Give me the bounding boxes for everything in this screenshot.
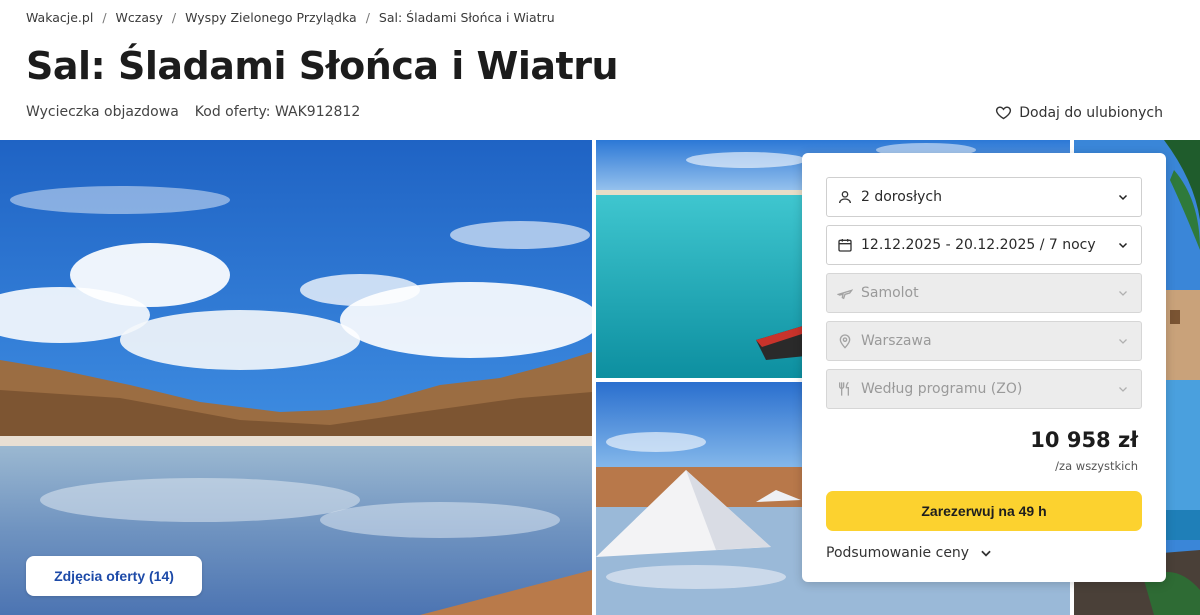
plane-icon <box>837 289 853 300</box>
page-title: Sal: Śladami Słońca i Wiatru <box>26 44 619 88</box>
breadcrumb: Wakacje.pl / Wczasy / Wyspy Zielonego Pr… <box>26 10 555 25</box>
board-type-value: Według programu (ZO) <box>861 381 1023 397</box>
trip-type: Wycieczka objazdowa <box>26 104 179 120</box>
price-note: /za wszystkich <box>1055 459 1138 473</box>
dates-value: 12.12.2025 - 20.12.2025 / 7 nocy <box>861 237 1096 253</box>
chevron-down-icon <box>1118 242 1128 249</box>
add-to-favorites-button[interactable]: Dodaj do ulubionych <box>995 104 1163 121</box>
location-pin-icon <box>839 334 851 349</box>
chevron-down-icon <box>1119 387 1127 392</box>
transport-select: Samolot <box>826 273 1142 313</box>
breadcrumb-item-home[interactable]: Wakacje.pl <box>26 10 93 25</box>
chevron-down-icon <box>981 550 991 557</box>
cutlery-icon <box>839 381 849 396</box>
photos-button[interactable]: Zdjęcia oferty (14) <box>26 556 202 596</box>
transport-value: Samolot <box>861 285 919 301</box>
departure-city-value: Warszawa <box>861 333 932 349</box>
add-to-favorites-label: Dodaj do ulubionych <box>1019 104 1163 121</box>
dates-select[interactable]: 12.12.2025 - 20.12.2025 / 7 nocy <box>826 225 1142 265</box>
departure-city-select: Warszawa <box>826 321 1142 361</box>
breadcrumb-separator: / <box>365 10 370 25</box>
heart-icon <box>996 106 1012 120</box>
reserve-button[interactable]: Zarezerwuj na 49 h <box>826 491 1142 531</box>
calendar-icon <box>838 239 852 252</box>
person-icon <box>839 191 851 204</box>
price-summary-label: Podsumowanie ceny <box>826 545 970 561</box>
breadcrumb-item-current: Sal: Śladami Słońca i Wiatru <box>378 10 555 25</box>
breadcrumb-item-wczasy[interactable]: Wczasy <box>116 10 163 25</box>
breadcrumb-separator: / <box>171 10 177 25</box>
offer-code: Kod oferty: WAK912812 <box>194 104 361 120</box>
travelers-select[interactable]: 2 dorosłych <box>826 177 1142 217</box>
chevron-down-icon <box>1119 339 1127 344</box>
breadcrumb-separator: / <box>102 10 107 25</box>
breadcrumb-item-destination[interactable]: Wyspy Zielonego Przylądka <box>185 10 357 25</box>
offer-meta: Wycieczka objazdowa Kod oferty: WAK91281… <box>26 104 360 120</box>
chevron-down-icon <box>1119 291 1127 296</box>
travelers-value: 2 dorosłych <box>861 189 942 205</box>
gallery-photo-salt-lake[interactable]: Zdjęcia oferty (14) <box>0 140 592 615</box>
board-type-select: Według programu (ZO) <box>826 369 1142 409</box>
chevron-down-icon <box>1118 194 1128 201</box>
total-price: 10 958 zł <box>1030 428 1138 452</box>
booking-panel: 2 dorosłych 12.12.2025 - 20.12.2025 / 7 … <box>802 153 1166 582</box>
price-summary-toggle[interactable]: Podsumowanie ceny <box>826 545 993 561</box>
